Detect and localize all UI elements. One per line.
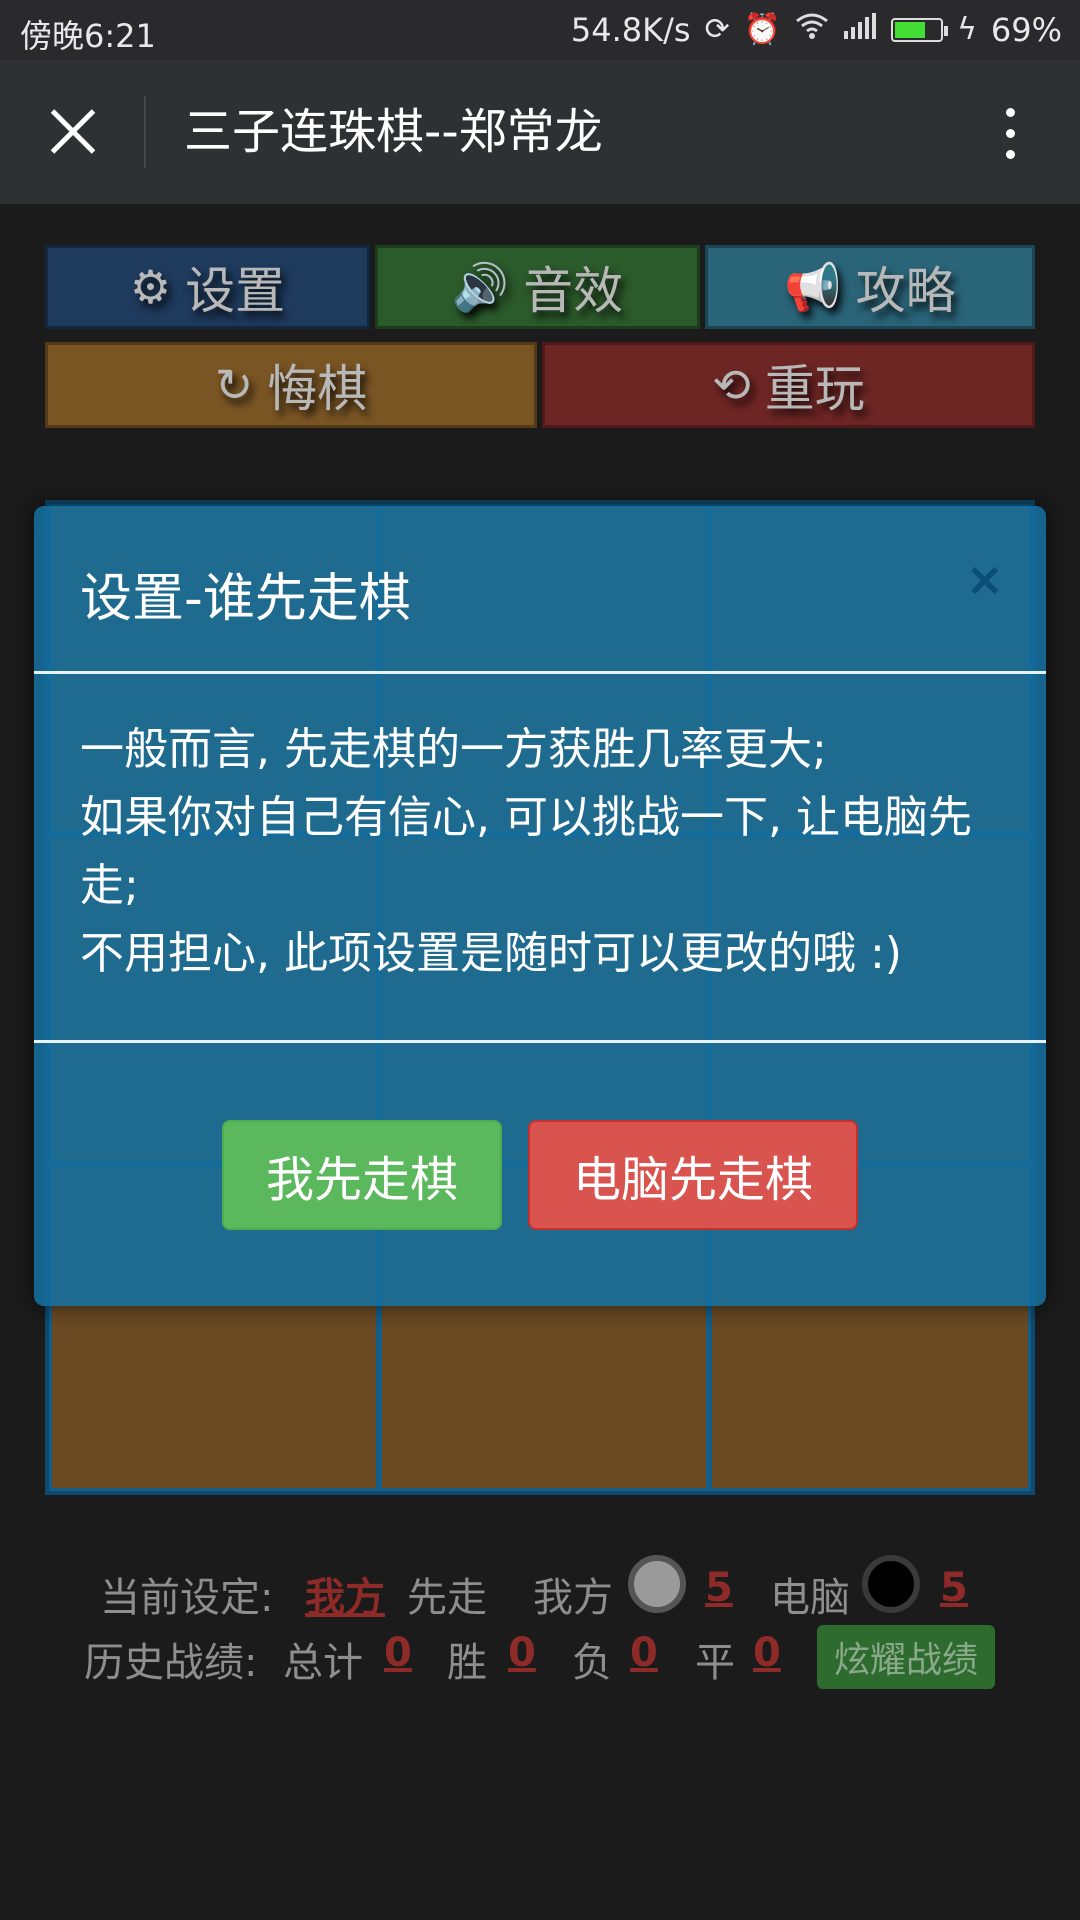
- signal-icon: [843, 12, 877, 48]
- undo-icon: ↻: [214, 358, 254, 412]
- more-dot: [1006, 129, 1015, 138]
- undo-button[interactable]: ↻ 悔棋: [45, 342, 537, 428]
- computer-label: 电脑: [770, 1575, 850, 1621]
- total-label: 总计: [283, 1640, 363, 1686]
- settings-label: 设置: [185, 262, 286, 320]
- status-bar: 傍晚6:21 54.8K/s ⟳ ⏰ ϟ 69%: [0, 0, 1080, 60]
- replay-button[interactable]: ⟲ 重玩: [542, 342, 1035, 428]
- settings-button[interactable]: ⚙ 设置: [45, 245, 370, 329]
- dialog-close-icon[interactable]: ×: [965, 552, 1004, 606]
- title-bar: 三子连珠棋--郑常龙: [0, 60, 1080, 204]
- status-time: 傍晚6:21: [20, 17, 156, 55]
- more-vertical-icon[interactable]: [990, 102, 1030, 166]
- gear-icon: ⚙: [129, 260, 172, 314]
- replay-label: 重玩: [764, 360, 865, 418]
- current-side-link[interactable]: 我方: [305, 1565, 385, 1623]
- dialog-body: 一般而言, 先走棋的一方获胜几率更大; 如果你对自己有信心, 可以挑战一下, 让…: [80, 716, 1010, 988]
- guide-label: 攻略: [855, 262, 956, 320]
- sound-label: 音效: [523, 262, 624, 320]
- dialog-body-line: 一般而言, 先走棋的一方获胜几率更大;: [80, 724, 827, 775]
- dialog-title: 设置-谁先走棋: [80, 569, 411, 629]
- me-first-button[interactable]: 我先走棋: [222, 1120, 502, 1230]
- more-dot: [1006, 108, 1015, 117]
- refresh-icon: ⟲: [712, 358, 751, 412]
- win-label: 胜: [447, 1640, 487, 1686]
- current-setting-row: 当前设定: 我方 先走 我方 5 电脑 5: [0, 1555, 1080, 1625]
- wifi-icon: [795, 12, 829, 49]
- lose-label: 负: [572, 1640, 612, 1686]
- draw-label: 平: [695, 1640, 735, 1686]
- dialog-body-line: 不用担心, 此项设置是随时可以更改的哦 :): [80, 928, 902, 979]
- sound-button[interactable]: 🔊 音效: [375, 245, 700, 329]
- battery-percent: 69%: [990, 11, 1062, 49]
- network-speed: 54.8K/s: [570, 11, 691, 49]
- guide-button[interactable]: 📢 攻略: [705, 245, 1035, 329]
- me-label: 我方: [533, 1575, 613, 1621]
- page-title: 三子连珠棋--郑常龙: [184, 104, 603, 160]
- alarm-icon: ⏰: [743, 12, 782, 47]
- computer-first-button[interactable]: 电脑先走棋: [528, 1120, 858, 1230]
- computer-piece-count: 5: [940, 1565, 968, 1611]
- first-move-dialog: 设置-谁先走棋 × 一般而言, 先走棋的一方获胜几率更大; 如果你对自己有信心,…: [34, 506, 1046, 1306]
- total-value: 0: [384, 1630, 412, 1676]
- megaphone-icon: 📢: [784, 259, 842, 314]
- battery-level: [895, 22, 926, 38]
- status-right-group: 54.8K/s ⟳ ⏰ ϟ 69%: [571, 11, 1062, 49]
- title-separator: [144, 96, 146, 168]
- win-value: 0: [508, 1630, 536, 1676]
- dialog-body-line: 如果你对自己有信心, 可以挑战一下, 让电脑先走;: [80, 792, 972, 911]
- more-dot: [1006, 150, 1015, 159]
- computer-piece-icon: [862, 1555, 920, 1613]
- first-move-text: 先走: [407, 1575, 487, 1621]
- charging-icon: ϟ: [957, 12, 977, 47]
- undo-label: 悔棋: [267, 360, 368, 418]
- dialog-divider: [34, 671, 1046, 674]
- battery-icon: [891, 18, 949, 42]
- close-icon[interactable]: [38, 100, 108, 164]
- sync-icon: ⟳: [704, 12, 730, 47]
- me-piece-count: 5: [705, 1565, 733, 1611]
- show-off-record-button[interactable]: 炫耀战绩: [817, 1625, 995, 1689]
- speaker-icon: 🔊: [451, 259, 510, 314]
- draw-value: 0: [753, 1630, 781, 1676]
- history-label: 历史战绩:: [84, 1640, 258, 1686]
- current-setting-label: 当前设定:: [100, 1575, 274, 1621]
- my-piece-icon: [628, 1555, 686, 1613]
- lose-value: 0: [630, 1630, 658, 1676]
- dialog-divider: [34, 1040, 1046, 1043]
